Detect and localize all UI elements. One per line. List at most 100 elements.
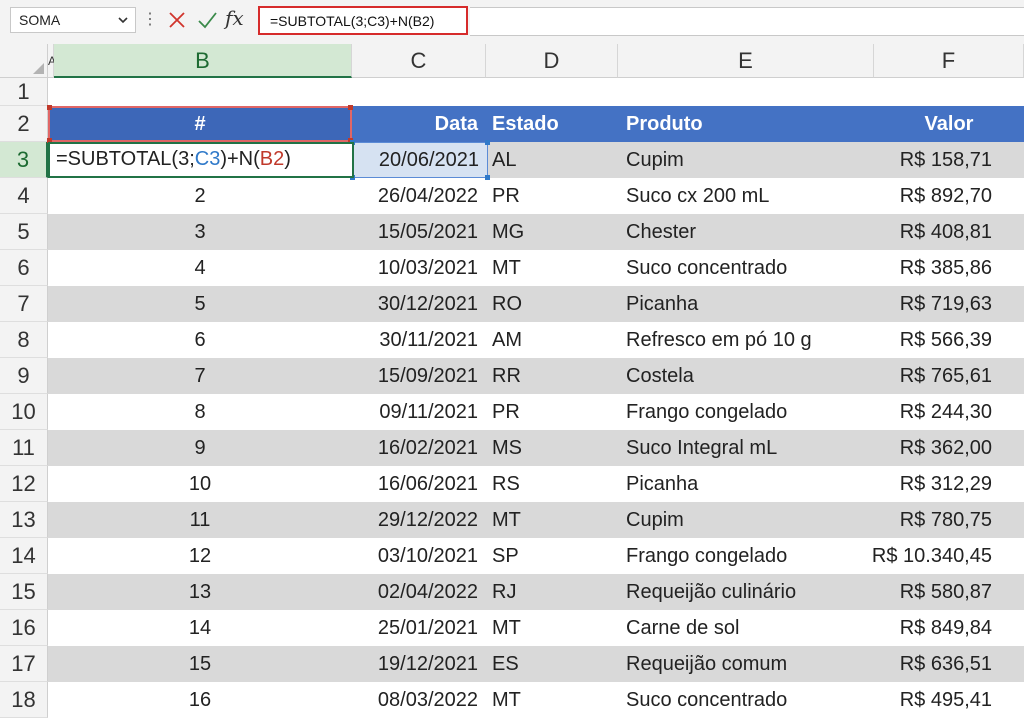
row-header-14[interactable]: 14 xyxy=(0,538,48,574)
cell-state[interactable]: MT xyxy=(486,610,618,646)
cell-num[interactable]: 11 xyxy=(48,502,352,538)
cell-product[interactable]: Picanha xyxy=(618,466,874,502)
cell-product[interactable]: Cupim xyxy=(618,502,874,538)
cell-date[interactable]: 30/12/2021 xyxy=(352,286,486,322)
cell-value[interactable]: R$ 636,51 xyxy=(874,646,1024,682)
cell-value[interactable]: R$ 849,84 xyxy=(874,610,1024,646)
cell-date[interactable]: 25/01/2021 xyxy=(352,610,486,646)
cell-value[interactable]: R$ 719,63 xyxy=(874,286,1024,322)
cell-date[interactable]: 15/05/2021 xyxy=(352,214,486,250)
cell-value[interactable]: R$ 566,39 xyxy=(874,322,1024,358)
row-header-16[interactable]: 16 xyxy=(0,610,48,646)
select-all-corner[interactable] xyxy=(0,44,48,78)
cell-value[interactable]: R$ 495,41 xyxy=(874,682,1024,718)
cell-num[interactable]: 5 xyxy=(48,286,352,322)
cell-product[interactable]: Suco concentrado xyxy=(618,250,874,286)
column-header-c[interactable]: C xyxy=(352,44,486,78)
cell-state[interactable]: PR xyxy=(486,178,618,214)
row-header-6[interactable]: 6 xyxy=(0,250,48,286)
header-state[interactable]: Estado xyxy=(486,106,618,142)
cell-state[interactable]: MT xyxy=(486,682,618,718)
cell-num[interactable]: 2 xyxy=(48,178,352,214)
cell-num[interactable]: 12 xyxy=(48,538,352,574)
cell-value[interactable]: R$ 10.340,45 xyxy=(872,538,1024,574)
cell-product[interactable]: Suco concentrado xyxy=(618,682,874,718)
cell-num[interactable]: 15 xyxy=(48,646,352,682)
formula-input[interactable]: =SUBTOTAL(3;C3)+N(B2) xyxy=(258,6,468,35)
row-header-2[interactable]: 2 xyxy=(0,106,48,142)
cell-state[interactable]: SP xyxy=(486,538,618,574)
column-header-e[interactable]: E xyxy=(618,44,874,78)
cell-date[interactable]: 30/11/2021 xyxy=(352,322,486,358)
cell-value[interactable]: R$ 385,86 xyxy=(874,250,1024,286)
cell-state[interactable]: AL xyxy=(486,142,618,178)
cell-date[interactable]: 26/04/2022 xyxy=(352,178,486,214)
cell-state[interactable]: MT xyxy=(486,250,618,286)
cell-product[interactable]: Suco Integral mL xyxy=(618,430,874,466)
header-product[interactable]: Produto xyxy=(618,106,874,142)
row-header-11[interactable]: 11 xyxy=(0,430,48,466)
cell-state[interactable]: ES xyxy=(486,646,618,682)
row-header-17[interactable]: 17 xyxy=(0,646,48,682)
cell-product[interactable]: Carne de sol xyxy=(618,610,874,646)
cell-state[interactable]: MG xyxy=(486,214,618,250)
cell-num[interactable]: 6 xyxy=(48,322,352,358)
cell-num[interactable]: 10 xyxy=(48,466,352,502)
cancel-icon[interactable] xyxy=(166,8,188,32)
cell-value[interactable]: R$ 408,81 xyxy=(874,214,1024,250)
cell-date[interactable]: 19/12/2021 xyxy=(352,646,486,682)
cell-product[interactable]: Chester xyxy=(618,214,874,250)
cell-state[interactable]: MS xyxy=(486,430,618,466)
active-cell-b3[interactable]: =SUBTOTAL(3;C3)+N(B2) xyxy=(48,142,354,178)
cell-product[interactable]: Requeijão comum xyxy=(618,646,874,682)
header-value[interactable]: Valor xyxy=(874,106,1024,142)
cell-num[interactable]: 7 xyxy=(48,358,352,394)
cell-num[interactable]: 14 xyxy=(48,610,352,646)
cell-num[interactable]: 9 xyxy=(48,430,352,466)
cell-date[interactable]: 02/04/2022 xyxy=(352,574,486,610)
cell-state[interactable]: RS xyxy=(486,466,618,502)
cell-product[interactable]: Requeijão culinário xyxy=(618,574,874,610)
row-header-18[interactable]: 18 xyxy=(0,682,48,718)
cell-state[interactable]: RO xyxy=(486,286,618,322)
more-options-icon[interactable]: ⋮ xyxy=(142,9,158,31)
cell-date[interactable]: 09/11/2021 xyxy=(352,394,486,430)
cell-value[interactable]: R$ 892,70 xyxy=(874,178,1024,214)
cell-state[interactable]: PR xyxy=(486,394,618,430)
name-box[interactable]: SOMA xyxy=(10,7,136,33)
cell-date[interactable]: 08/03/2022 xyxy=(352,682,486,718)
row-header-8[interactable]: 8 xyxy=(0,322,48,358)
cell-value[interactable]: R$ 244,30 xyxy=(874,394,1024,430)
cell-date[interactable]: 10/03/2021 xyxy=(352,250,486,286)
cell-num[interactable]: 16 xyxy=(48,682,352,718)
cell-product[interactable]: Frango congelado xyxy=(618,538,874,574)
row-header-12[interactable]: 12 xyxy=(0,466,48,502)
row-header-4[interactable]: 4 xyxy=(0,178,48,214)
cell-date[interactable]: 16/02/2021 xyxy=(352,430,486,466)
column-header-f[interactable]: F xyxy=(874,44,1024,78)
row-header-7[interactable]: 7 xyxy=(0,286,48,322)
cell-value[interactable]: R$ 580,87 xyxy=(874,574,1024,610)
header-date[interactable]: Data xyxy=(352,106,486,142)
row-header-13[interactable]: 13 xyxy=(0,502,48,538)
formula-reference-c3[interactable]: 20/06/2021 xyxy=(350,140,490,180)
cell-product[interactable]: Picanha xyxy=(618,286,874,322)
cell-num[interactable]: 4 xyxy=(48,250,352,286)
cell-value[interactable]: R$ 158,71 xyxy=(874,142,1024,178)
cell-product[interactable]: Cupim xyxy=(618,142,874,178)
cell-product[interactable]: Costela xyxy=(618,358,874,394)
column-header-d[interactable]: D xyxy=(486,44,618,78)
cell-product[interactable]: Frango congelado xyxy=(618,394,874,430)
chevron-down-icon[interactable] xyxy=(117,11,129,29)
cell-num[interactable]: 3 xyxy=(48,214,352,250)
cell-state[interactable]: RR xyxy=(486,358,618,394)
row-header-5[interactable]: 5 xyxy=(0,214,48,250)
enter-check-icon[interactable] xyxy=(196,8,218,32)
row-header-10[interactable]: 10 xyxy=(0,394,48,430)
cell-date[interactable]: 29/12/2022 xyxy=(352,502,486,538)
row-header-9[interactable]: 9 xyxy=(0,358,48,394)
cell-value[interactable]: R$ 362,00 xyxy=(874,430,1024,466)
cell-num[interactable]: 13 xyxy=(48,574,352,610)
cell-date[interactable]: 16/06/2021 xyxy=(352,466,486,502)
column-header-b[interactable]: B xyxy=(54,44,352,78)
